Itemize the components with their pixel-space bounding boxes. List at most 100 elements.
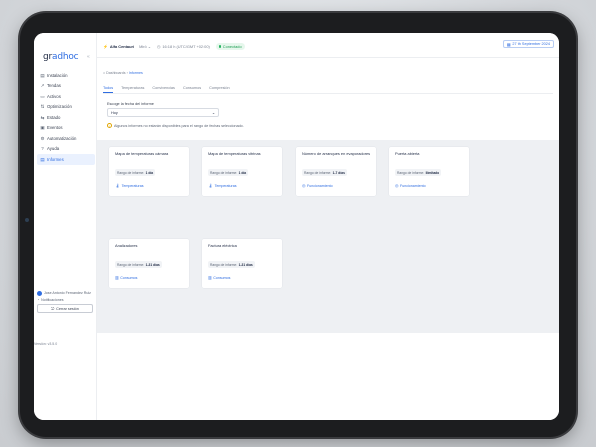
note-text: Algunos informes no estarán disponibles … — [114, 123, 244, 128]
org-selector[interactable]: Alfa Centauri — [110, 44, 134, 49]
section-label: Consumos — [120, 275, 138, 280]
card-range: Rango de informe: 1 día — [208, 169, 249, 176]
breadcrumb-home[interactable]: Dashboards — [106, 71, 125, 75]
thermometer-icon: 🌡 — [115, 183, 121, 188]
tab-temperatures[interactable]: Temperaturas — [121, 85, 144, 93]
sidebar-item-label: Estado — [47, 114, 61, 120]
help-icon: ? — [41, 146, 44, 152]
report-card[interactable]: Analizadores Rango de informe: 1-31 días … — [109, 239, 189, 288]
tab-compression[interactable]: Compresión — [209, 85, 229, 93]
sidebar-item-events[interactable]: ▣ Eventos — [37, 123, 95, 134]
sidebar-footer: Jose Antonio Fernandez Ruiz ◔ Notificacio… — [37, 291, 95, 314]
status-icon: ⇆ — [40, 114, 45, 120]
user-profile[interactable]: Jose Antonio Fernandez Ruiz — [37, 291, 95, 296]
automation-icon: ⚙ — [40, 135, 45, 141]
card-section: 🌡 Temperaturas — [115, 183, 144, 188]
connection-label: Conectado — [222, 44, 242, 49]
range-value: Ilimitado — [425, 170, 440, 175]
tablet-frame: gradhoc « ▤ Instalación ↗ Tendas ▭ Activos … — [20, 13, 576, 437]
notifications-label: Notificaciones — [41, 298, 64, 302]
chevron-down-icon: ⌄ — [211, 111, 215, 115]
range-label: Rango de informe: — [210, 262, 238, 267]
section-label: Temperaturas — [214, 183, 237, 188]
range-label: Rango de informe: — [117, 262, 145, 267]
report-card[interactable]: Puerta abierta Rango de informe: Ilimitad… — [389, 147, 469, 196]
info-icon: i — [107, 123, 112, 128]
report-tabs: Todos Temperaturas Convivencias Consumos… — [103, 85, 553, 94]
installation-icon: ▤ — [40, 72, 45, 78]
card-title: Analizadores — [115, 243, 138, 248]
logout-label: Cerrar sesión — [56, 306, 79, 311]
sidebar-nav: ▤ Instalación ↗ Tendas ▭ Activos ⇅ Optimizac… — [37, 70, 95, 165]
range-label: Rango de informe: — [397, 170, 425, 175]
date-range-label: Escoge la fecha del informe — [107, 102, 154, 106]
clock-icon: ◷ — [156, 44, 161, 49]
tab-coexistence[interactable]: Convivencias — [152, 85, 175, 93]
range-value: 1 día — [145, 170, 154, 175]
report-card[interactable]: Mapa de temperaturas vitrinas Rango de i… — [202, 147, 282, 196]
report-card[interactable]: Mapa de temperaturas cámara Rango de inf… — [109, 147, 189, 196]
card-title: Factura eléctrica — [208, 243, 237, 248]
sidebar-item-optimization[interactable]: ⇅ Optimización — [37, 102, 95, 113]
card-title: Mapa de temperaturas vitrinas — [208, 151, 261, 156]
logo-text-start: gr — [43, 52, 53, 62]
sidebar-item-help[interactable]: ? Ayuda — [37, 144, 95, 155]
section-label: Funcionamiento — [307, 183, 333, 188]
date-range-select[interactable]: Hoy ⌄ — [107, 108, 219, 117]
camera-icon — [25, 218, 29, 222]
sidebar-item-label: Activos — [47, 93, 61, 99]
sidebar-item-installation[interactable]: ▤ Instalación — [37, 70, 95, 81]
avatar — [37, 291, 42, 296]
sidebar-item-label: Automatización — [47, 135, 77, 141]
tab-all[interactable]: Todos — [103, 85, 114, 93]
operation-icon: ◎ — [302, 183, 306, 188]
app-logo[interactable]: gradhoc — [43, 52, 79, 62]
main-content: ⌂ Dashboards › Informes Todos Temperatur… — [97, 59, 559, 420]
thermometer-icon: 🌡 — [208, 183, 214, 188]
range-value: 1-31 días — [238, 262, 253, 267]
breadcrumb-separator: › — [126, 71, 128, 75]
sidebar-item-status[interactable]: ⇆ Estado — [37, 112, 95, 123]
notifications-link[interactable]: ◔ Notificaciones — [37, 298, 95, 302]
sidebar: gradhoc « ▤ Instalación ↗ Tendas ▭ Activos … — [34, 33, 97, 420]
status-dot-icon — [218, 45, 222, 48]
sidebar-item-reports[interactable]: ▤ Informes — [37, 154, 95, 165]
app-screen: gradhoc « ▤ Instalación ↗ Tendas ▭ Activos … — [34, 33, 559, 420]
logout-button[interactable]: ⎋ Cerrar sesión — [37, 304, 93, 314]
site-selector[interactable]: Mirô ⌄ — [139, 44, 151, 49]
sidebar-item-label: Informes — [47, 156, 64, 162]
card-section: ◎ Funcionamiento — [395, 183, 426, 188]
sidebar-item-trends[interactable]: ↗ Tendas — [37, 81, 95, 92]
range-value: 1-31 días — [145, 262, 160, 267]
sidebar-item-label: Tendas — [47, 83, 61, 89]
breadcrumb-current: Informes — [128, 71, 143, 75]
operation-icon: ◎ — [395, 183, 399, 188]
card-title: Puerta abierta — [395, 151, 420, 156]
report-card[interactable]: Factura eléctrica Rango de informe: 1-31 … — [202, 239, 282, 288]
sidebar-item-label: Optimización — [47, 104, 72, 110]
date-picker-button[interactable]: ▦ 27 th September 2024 — [502, 40, 554, 48]
app-version: Versión: v3.5.0 — [34, 342, 58, 346]
tab-consumption[interactable]: Consumos — [183, 85, 201, 93]
trends-icon: ↗ — [40, 83, 45, 89]
assets-icon: ▭ — [40, 93, 45, 99]
chart-icon: ▥ — [208, 275, 212, 280]
range-label: Rango de informe: — [304, 170, 332, 175]
topbar: ⚡ Alfa Centauri Mirô ⌄ ◷ 16:18 h (UTC/GM… — [97, 33, 559, 58]
org-icon: ⚡ — [103, 44, 108, 49]
chart-icon: ▥ — [115, 275, 119, 280]
card-title: Mapa de temperaturas cámara — [115, 151, 169, 156]
card-range: Rango de informe: 1-7 días — [302, 169, 347, 176]
sidebar-item-assets[interactable]: ▭ Activos — [37, 91, 95, 102]
date-label: 27 th September 2024 — [512, 42, 550, 46]
logout-icon: ⎋ — [51, 306, 55, 311]
report-card[interactable]: Número de arranques en evaporadores Rang… — [296, 147, 376, 196]
collapse-sidebar-icon[interactable]: « — [87, 54, 90, 60]
card-section: ▥ Consumos — [115, 275, 137, 280]
section-label: Funcionamiento — [400, 183, 426, 188]
availability-note: i Algunos informes no estarán disponibles… — [107, 123, 244, 128]
sidebar-item-automation[interactable]: ⚙ Automatización — [37, 133, 95, 144]
topbar-context: ⚡ Alfa Centauri Mirô ⌄ ◷ 16:18 h (UTC/GM… — [103, 43, 245, 50]
sidebar-item-label: Ayuda — [47, 146, 60, 152]
card-section: 🌡 Temperaturas — [208, 183, 237, 188]
